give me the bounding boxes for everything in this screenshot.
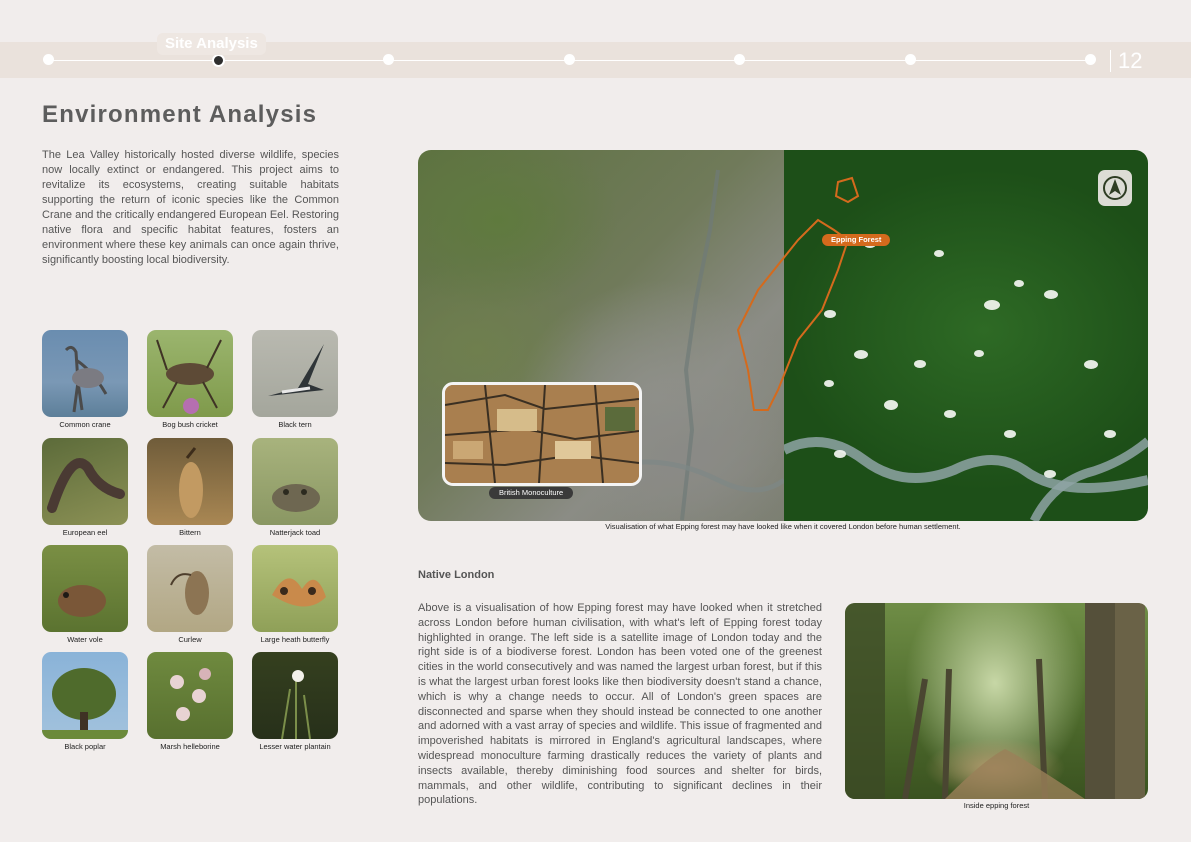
species-photo — [147, 330, 233, 417]
timeline-dot-active[interactable] — [212, 54, 225, 67]
map-caption: Visualisation of what Epping forest may … — [605, 522, 961, 531]
monoculture-label: British Monoculture — [489, 487, 574, 499]
species-card: Common crane — [42, 330, 128, 429]
timeline-dot[interactable] — [905, 54, 916, 65]
section-heading: Native London — [418, 569, 495, 581]
species-photo — [252, 545, 338, 632]
species-name: Bog bush cricket — [162, 420, 218, 429]
north-arrow-icon — [1103, 176, 1127, 200]
timeline-dot[interactable] — [734, 54, 745, 65]
species-card: Natterjack toad — [252, 438, 338, 537]
native-london-paragraph: Above is a visualisation of how Epping f… — [418, 602, 822, 807]
species-photo — [252, 330, 338, 417]
species-name: Black poplar — [64, 742, 106, 751]
photo-caption: Inside epping forest — [963, 801, 1030, 810]
species-photo — [252, 652, 338, 739]
timeline-dot[interactable] — [564, 54, 575, 65]
species-card: Bog bush cricket — [147, 330, 233, 429]
species-name: Large heath butterfly — [260, 635, 330, 644]
species-name: European eel — [62, 528, 108, 537]
section-label[interactable]: Site Analysis — [157, 33, 266, 55]
species-card: Bittern — [147, 438, 233, 537]
timeline-dot[interactable] — [383, 54, 394, 65]
species-card: Black poplar — [42, 652, 128, 751]
species-photo — [252, 438, 338, 525]
species-photo — [147, 438, 233, 525]
species-card: Lesser water plantain — [252, 652, 338, 751]
species-name: Marsh helleborine — [160, 742, 220, 751]
species-name: Natterjack toad — [269, 528, 321, 537]
intro-paragraph: The Lea Valley historically hosted diver… — [42, 149, 339, 266]
page-title: Environment Analysis — [42, 101, 318, 128]
timeline-dot[interactable] — [43, 54, 54, 65]
timeline-dot[interactable] — [1085, 54, 1096, 65]
species-photo — [147, 652, 233, 739]
species-card: Black tern — [252, 330, 338, 429]
species-card: European eel — [42, 438, 128, 537]
species-photo — [42, 438, 128, 525]
species-name: Bittern — [179, 528, 201, 537]
species-name: Curlew — [178, 635, 202, 644]
species-card: Water vole — [42, 545, 128, 644]
species-name: Water vole — [67, 635, 103, 644]
epping-forest-map: Epping Forest British Monoculture — [418, 150, 1148, 521]
species-name: Black tern — [278, 420, 312, 429]
species-photo — [147, 545, 233, 632]
species-name: Lesser water plantain — [259, 742, 331, 751]
epping-forest-photo — [845, 603, 1148, 799]
page-number: 12 — [1118, 48, 1143, 73]
species-photo — [42, 330, 128, 417]
species-card: Marsh helleborine — [147, 652, 233, 751]
species-card: Curlew — [147, 545, 233, 644]
page-number-divider — [1110, 50, 1111, 72]
compass-badge — [1098, 170, 1132, 206]
species-photo — [42, 652, 128, 739]
epping-forest-label: Epping Forest — [822, 234, 891, 246]
species-photo — [42, 545, 128, 632]
species-card: Large heath butterfly — [252, 545, 338, 644]
species-name: Common crane — [59, 420, 111, 429]
monoculture-inset-image — [442, 382, 642, 486]
